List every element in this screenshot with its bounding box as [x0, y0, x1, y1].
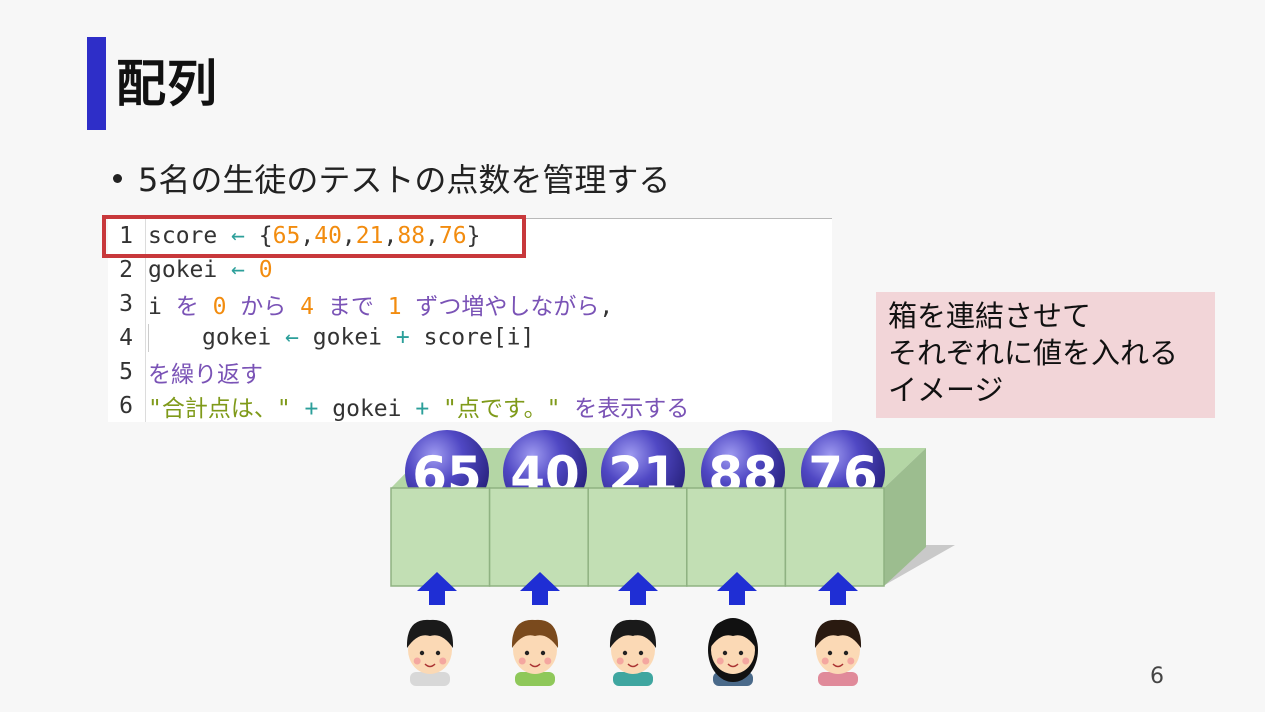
- code-token: 1: [387, 294, 416, 320]
- page-number: 6: [1150, 664, 1164, 689]
- array-box: [587, 487, 688, 587]
- array-box: [686, 487, 787, 587]
- code-token: +: [395, 324, 424, 351]
- student-face-icon: [511, 619, 559, 686]
- code-token: から: [240, 294, 301, 320]
- code-line-6: 6 "合計点は、" + gokei + "点です。" を表示する: [108, 389, 689, 423]
- code-token: ずつ増やしながら: [415, 294, 600, 320]
- code-token: を表示する: [574, 396, 690, 422]
- code-text: i を 0 から 4 まで 1 ずつ増やしながら,: [144, 287, 613, 321]
- code-token: score[i]: [423, 324, 535, 351]
- code-token: ←: [231, 257, 259, 283]
- code-token: gokei: [332, 396, 416, 422]
- code-line-4: 4 gokei ← gokei + score[i]: [108, 321, 534, 355]
- array-box: [784, 487, 885, 587]
- value-ball-label: 21: [608, 446, 678, 504]
- bullet-dot: [113, 173, 122, 183]
- value-ball-label: 65: [412, 446, 482, 504]
- code-token: +: [415, 396, 444, 422]
- slide-title: 配列: [116, 55, 218, 113]
- code-text: gokei ← gokei + score[i]: [144, 324, 534, 352]
- code-token: gokei: [312, 324, 396, 351]
- value-ball: [801, 430, 885, 488]
- code-token: +: [304, 396, 333, 422]
- code-token: を繰り返す: [148, 362, 263, 388]
- code-token: gokei: [148, 257, 232, 283]
- student-face-icon: [708, 618, 758, 686]
- title-accent-bar: [87, 37, 106, 130]
- code-token: を: [175, 294, 213, 320]
- value-ball-label: 88: [708, 446, 778, 504]
- indent-guide: [148, 324, 149, 352]
- code-text: gokei ← 0: [144, 257, 273, 283]
- line-number: 4: [119, 325, 133, 351]
- student-face-icon: [814, 619, 862, 686]
- note-box: 箱を連結させて それぞれに値を入れる イメージ: [876, 292, 1215, 418]
- up-arrow-icon: [717, 572, 757, 605]
- value-ball-label: 40: [510, 446, 580, 504]
- code-line-2: 2 gokei ← 0: [108, 253, 273, 287]
- student-face-icon: [406, 619, 454, 686]
- code-token: i: [148, 294, 176, 320]
- code-token: "点です。": [443, 396, 575, 422]
- array-box: [390, 487, 491, 587]
- up-arrow-icon: [618, 572, 658, 605]
- student-face-icon: [609, 619, 657, 686]
- code-token: 0: [258, 257, 273, 283]
- code-token: ,: [599, 294, 614, 320]
- up-arrow-icon: [818, 572, 858, 605]
- box-side: [884, 448, 926, 586]
- value-ball-label: 76: [808, 446, 878, 504]
- code-token: ←: [285, 324, 313, 351]
- note-line-1: 箱を連結させて: [888, 299, 1092, 333]
- code-line-3: 3i を 0 から 4 まで 1 ずつ増やしながら,: [108, 287, 613, 321]
- code-token: 4: [300, 294, 328, 320]
- line-number: 2: [119, 257, 133, 283]
- box-top: [391, 448, 926, 488]
- code-text: を繰り返す: [144, 355, 263, 389]
- value-ball: [601, 430, 685, 488]
- line-number: 3: [119, 291, 133, 317]
- line-number: 5: [119, 359, 133, 385]
- bullet-text: 5名の生徒のテストの点数を管理する: [138, 161, 671, 199]
- code-token: gokei: [202, 324, 286, 351]
- bullet-item: 5名の生徒のテストの点数を管理する: [113, 155, 670, 201]
- note-line-2: それぞれに値を入れる: [888, 336, 1179, 370]
- value-ball: [701, 430, 785, 488]
- code-text: "合計点は、" + gokei + "点です。" を表示する: [144, 389, 689, 423]
- line1-highlight-frame: [102, 215, 526, 258]
- up-arrow-icon: [520, 572, 560, 605]
- code-token: 0: [212, 294, 241, 320]
- value-ball: [405, 430, 489, 488]
- code-token: まで: [327, 294, 388, 320]
- code-line-5: 5 を繰り返す: [108, 355, 263, 389]
- line-number: 6: [119, 393, 133, 419]
- array-box: [488, 487, 589, 587]
- box-shadow: [830, 545, 955, 586]
- up-arrow-icon: [417, 572, 457, 605]
- code-token: "合計点は、": [148, 396, 305, 422]
- value-ball: [503, 430, 587, 488]
- note-line-3: イメージ: [888, 373, 1004, 407]
